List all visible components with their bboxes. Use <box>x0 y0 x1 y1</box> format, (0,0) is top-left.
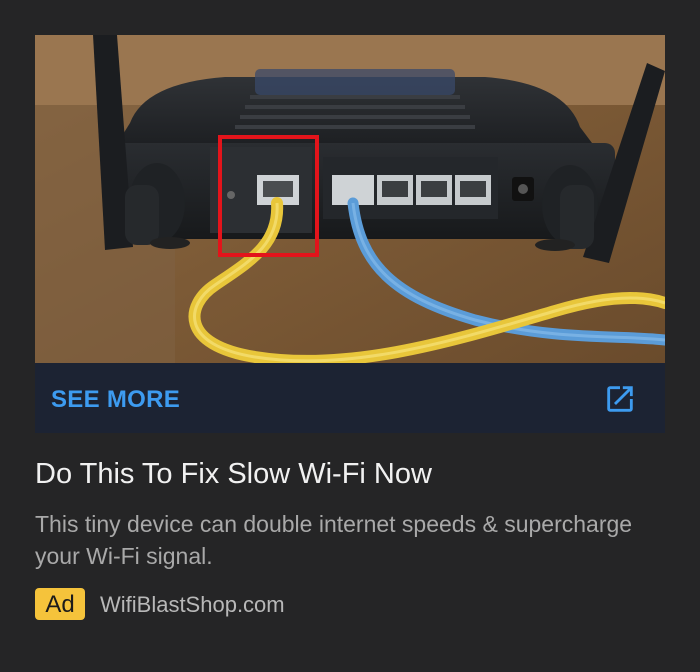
see-more-link[interactable]: SEE MORE <box>51 363 180 437</box>
open-in-new-icon[interactable] <box>603 382 637 416</box>
see-more-bar[interactable]: SEE MORE <box>35 363 665 433</box>
ad-badge: Ad <box>35 588 85 620</box>
advertiser-domain[interactable]: WifiBlastShop.com <box>100 588 285 622</box>
ad-description: This tiny device can double internet spe… <box>35 511 633 569</box>
ad-card[interactable]: SEE MORE Do This To Fix Slow Wi-Fi Now T… <box>0 0 700 672</box>
ad-image[interactable] <box>35 35 665 363</box>
ad-headline[interactable]: Do This To Fix Slow Wi-Fi Now <box>35 458 432 491</box>
